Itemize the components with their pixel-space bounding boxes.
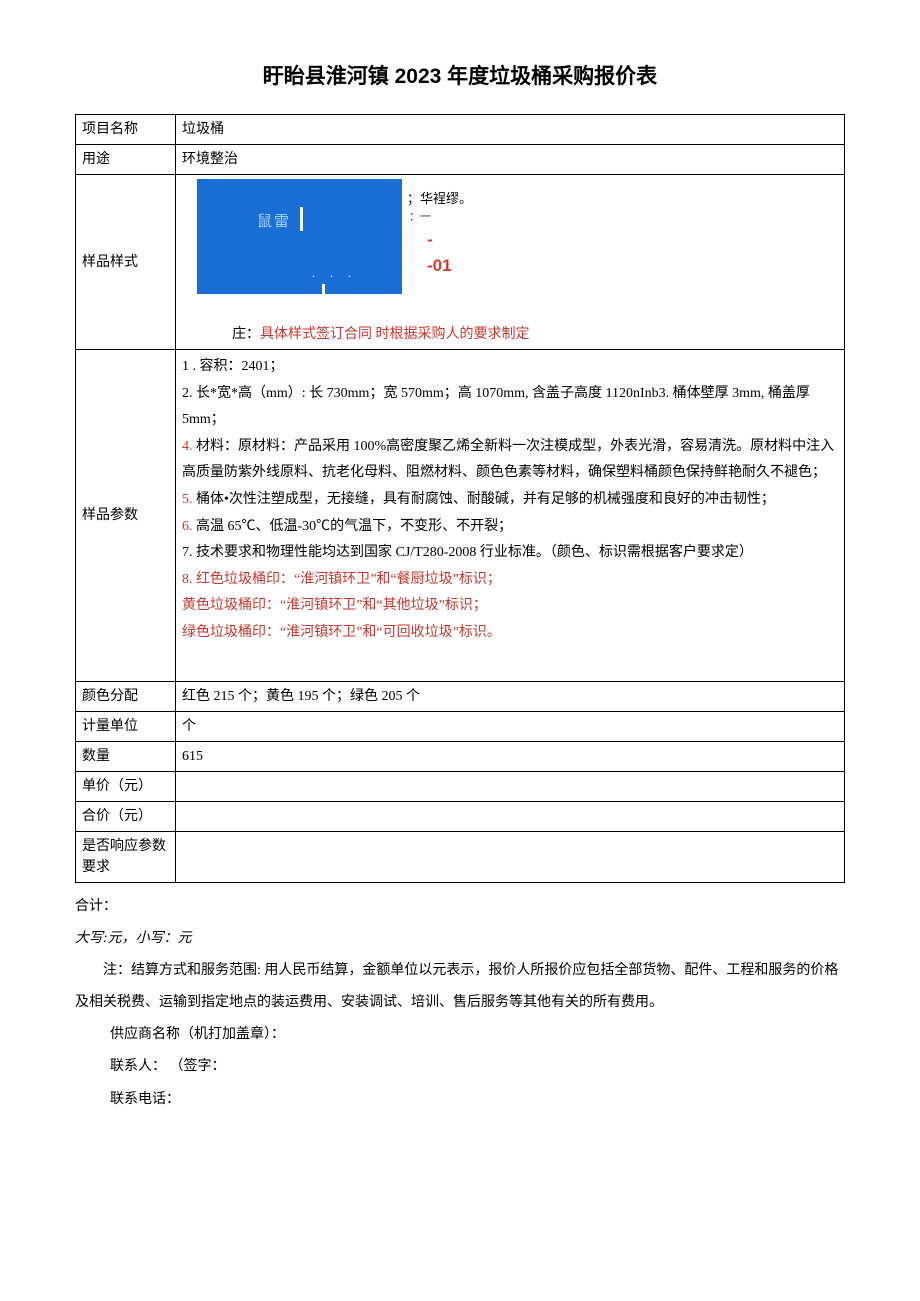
sample-code: --01 [427,227,457,278]
value-respond[interactable] [176,831,845,882]
param-line: 6. 高温 65℃、低温-30℃的气温下，不变形、不开裂； [182,514,838,541]
row-usage: 用途 环境整治 [76,145,845,175]
footer-phone: 联系电话： [75,1084,845,1116]
label-respond: 是否响应参数要求 [76,831,176,882]
sample-blue-bar [300,207,303,231]
row-respond: 是否响应参数要求 [76,831,845,882]
value-sample-style: 鼠雷 . . . ；华裎缪。 ：一 --01 庄：具体样式签订合同 时根据采购人… [176,175,845,350]
quote-table: 项目名称 垃圾桶 用途 环境整治 样品样式 鼠雷 . . . ；华裎缪。 ：一 … [75,114,845,883]
value-project-name: 垃圾桶 [176,115,845,145]
footer-contact: 联系人： （签字： [75,1051,845,1083]
sample-blue-text: 鼠雷 [257,211,291,234]
param-line: 1 . 容积：2401； [182,354,838,381]
value-qty: 615 [176,741,845,771]
label-color-dist: 颜色分配 [76,681,176,711]
label-total-price: 合价（元） [76,801,176,831]
footer-total: 合计： [75,891,845,923]
param-line: 黄色垃圾桶印：“淮河镇环卫”和“其他垃圾”标识； [182,593,838,620]
row-sample-style: 样品样式 鼠雷 . . . ；华裎缪。 ：一 --01 庄：具体样式签订合同 时… [76,175,845,350]
value-total-price[interactable] [176,801,845,831]
sample-note-red: 具体样式签订合同 时根据采购人的要求制定 [260,327,530,342]
label-unit: 计量单位 [76,711,176,741]
label-sample-style: 样品样式 [76,175,176,350]
sample-blue-box [197,179,402,294]
label-qty: 数量 [76,741,176,771]
label-unit-price: 单价（元） [76,771,176,801]
row-color-dist: 颜色分配 红色 215 个；黄色 195 个；绿色 205 个 [76,681,845,711]
label-usage: 用途 [76,145,176,175]
row-total-price: 合价（元） [76,801,845,831]
sample-side-text2: ：一 [409,209,431,226]
sample-blue-tick [322,284,325,294]
sample-side-text1: ；华裎缪。 [407,189,472,209]
label-sample-params: 样品参数 [76,350,176,682]
row-unit-price: 单价（元） [76,771,845,801]
param-line: 5. 桶体•次性注塑成型，无接缝，具有耐腐蚀、耐酸碱，并有足够的机械强度和良好的… [182,487,838,514]
param-line: 4. 材料：原材料：产品采用 100%高密度聚乙烯全新料一次注模成型，外表光滑，… [182,434,838,487]
footer-supplier: 供应商名称（机打加盖章）： [75,1019,845,1051]
page-title: 盱眙县淮河镇 2023 年度垃圾桶采购报价表 [75,60,845,90]
footer: 合计： 大写:元，小写：元 注：结算方式和服务范围: 用人民币结算，金额单位以元… [75,891,845,1116]
value-unit: 个 [176,711,845,741]
param-line: 7. 技术要求和物理性能均达到国家 CJ/T280-2008 行业标准。（颜色、… [182,540,838,567]
value-usage: 环境整治 [176,145,845,175]
param-line: 绿色垃圾桶印：“淮河镇环卫”和“可回收垃圾”标识。 [182,620,838,647]
row-unit: 计量单位 个 [76,711,845,741]
value-sample-params: 1 . 容积：2401；2. 长*宽*高（mm）: 长 730mm；宽 570m… [176,350,845,682]
sample-blue-dots: . . . [312,264,357,282]
row-project-name: 项目名称 垃圾桶 [76,115,845,145]
sample-note: 庄：具体样式签订合同 时根据采购人的要求制定 [182,324,838,345]
label-project-name: 项目名称 [76,115,176,145]
row-sample-params: 样品参数 1 . 容积：2401；2. 长*宽*高（mm）: 长 730mm；宽… [76,350,845,682]
param-line: 8. 红色垃圾桶印：“淮河镇环卫”和“餐厨垃圾”标识； [182,567,838,594]
sample-image-block: 鼠雷 . . . ；华裎缪。 ：一 --01 [197,179,457,294]
value-unit-price[interactable] [176,771,845,801]
sample-note-prefix: 庄： [232,327,260,342]
value-color-dist: 红色 215 个；黄色 195 个；绿色 205 个 [176,681,845,711]
row-qty: 数量 615 [76,741,845,771]
footer-amount: 大写:元，小写：元 [75,923,845,955]
footer-note: 注：结算方式和服务范围: 用人民币结算，金额单位以元表示，报价人所报价应包括全部… [75,955,845,1019]
param-line: 2. 长*宽*高（mm）: 长 730mm；宽 570mm；高 1070mm, … [182,381,838,434]
